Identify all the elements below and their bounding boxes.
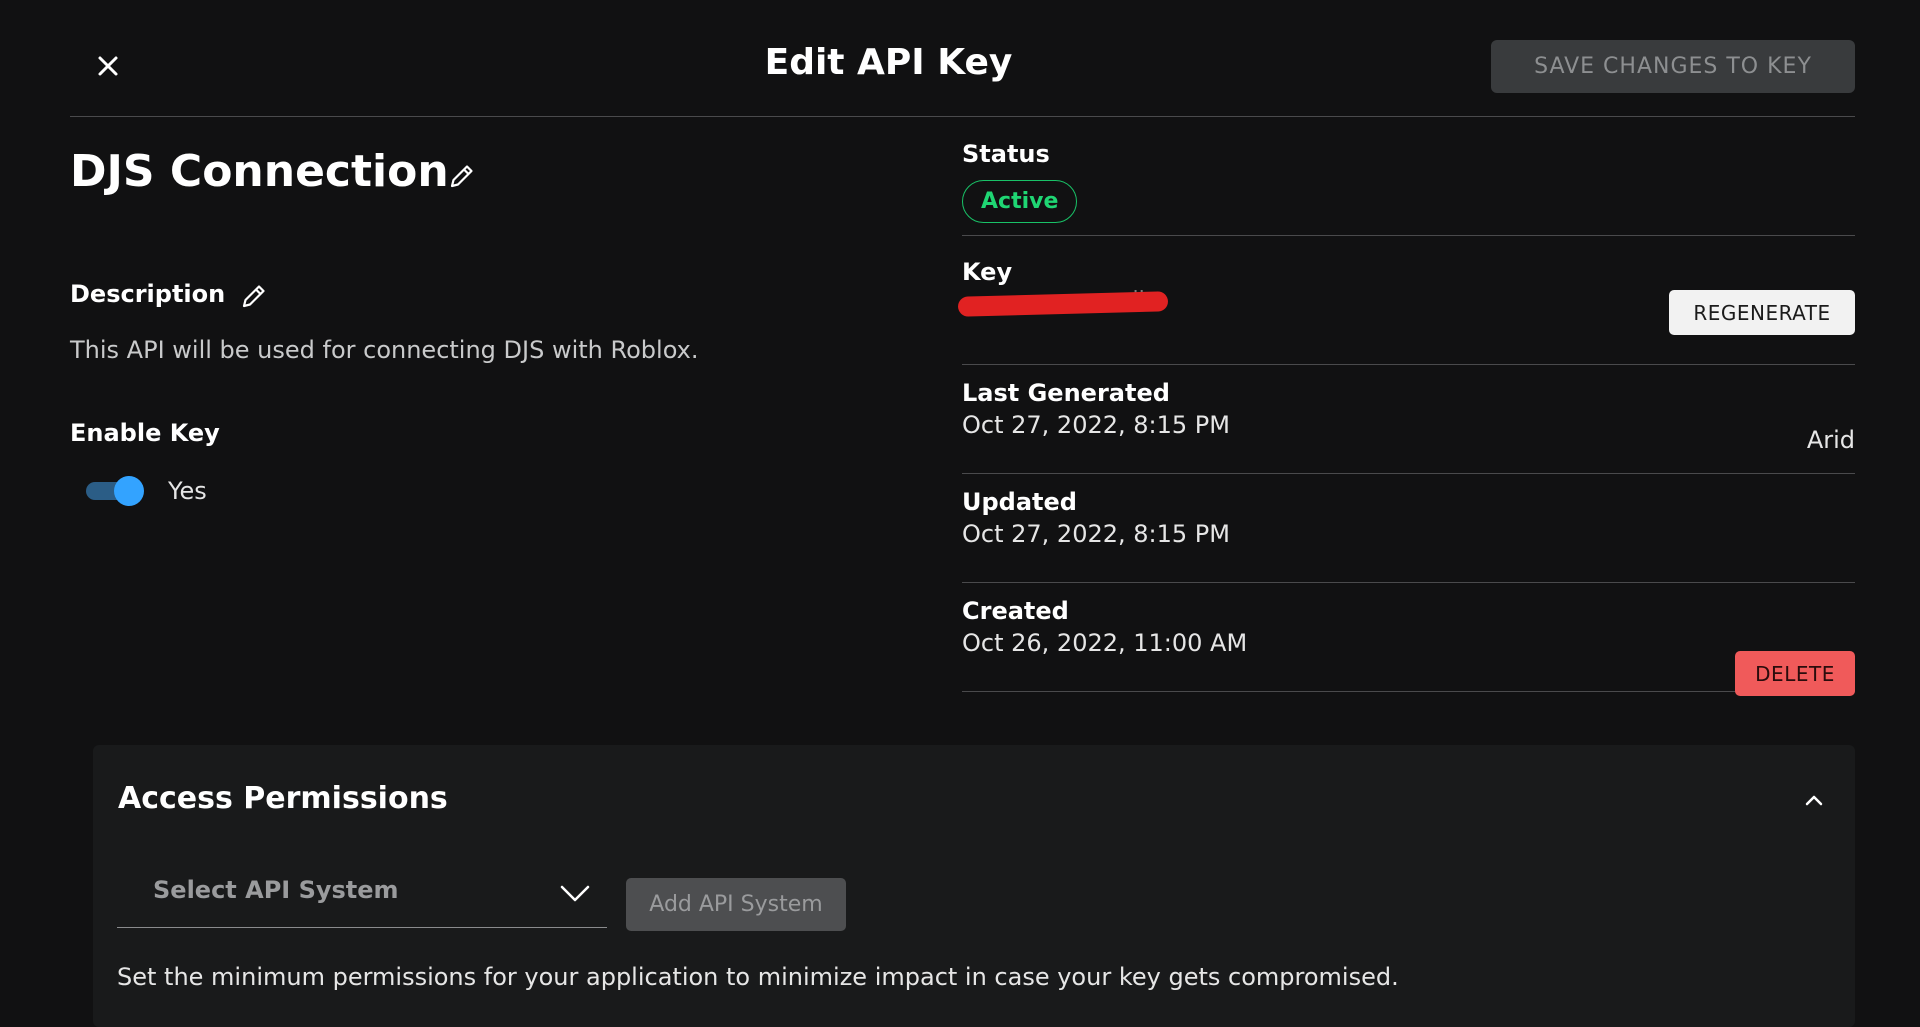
description-label: Description [70, 280, 226, 308]
status-label: Status [962, 140, 1050, 168]
updated-value: Oct 27, 2022, 8:15 PM [962, 520, 1230, 548]
pencil-icon[interactable] [238, 280, 270, 312]
enable-key-label: Enable Key [70, 419, 220, 447]
api-system-select-placeholder: Select API System [153, 876, 399, 904]
last-generated-label: Last Generated [962, 379, 1170, 407]
created-label: Created [962, 597, 1069, 625]
access-permissions-title: Access Permissions [118, 781, 448, 816]
key-name: DJS Connection [70, 146, 449, 197]
key-label: Key [962, 258, 1013, 286]
pencil-icon[interactable] [446, 160, 478, 192]
key-row: Key rsii REGENERATE [957, 258, 1855, 365]
status-badge: Active [962, 180, 1078, 223]
key-details: Status Active Key rsii REGENERATE Last G… [957, 140, 1855, 696]
access-permissions-card: Access Permissions Select API System Add… [93, 745, 1855, 1027]
updated-row: Updated Oct 27, 2022, 8:15 PM [962, 488, 1855, 583]
save-changes-button[interactable]: SAVE CHANGES TO KEY [1491, 40, 1855, 93]
last-generated-row: Last Generated Oct 27, 2022, 8:15 PM Ari… [962, 379, 1855, 474]
chevron-up-icon[interactable] [1801, 787, 1827, 813]
permissions-hint: Set the minimum permissions for your app… [117, 963, 1399, 991]
api-system-select[interactable]: Select API System [117, 865, 607, 928]
status-row: Status Active [962, 140, 1855, 236]
last-generated-value: Oct 27, 2022, 8:15 PM [962, 411, 1230, 439]
chevron-down-icon [560, 885, 590, 902]
add-api-system-button[interactable]: Add API System [626, 878, 846, 931]
updated-label: Updated [962, 488, 1077, 516]
created-row: Created Oct 26, 2022, 11:00 AM [962, 597, 1855, 692]
created-value: Oct 26, 2022, 11:00 AM [962, 629, 1248, 657]
last-generated-by: Arid [1806, 426, 1855, 454]
enable-key-toggle[interactable] [86, 476, 144, 506]
description-text: This API will be used for connecting DJS… [70, 336, 699, 364]
enable-key-state: Yes [168, 477, 207, 505]
delete-button[interactable]: DELETE [1735, 651, 1855, 696]
header-bar: Edit API Key SAVE CHANGES TO KEY [70, 0, 1855, 117]
toggle-knob [114, 476, 144, 506]
regenerate-button[interactable]: REGENERATE [1669, 290, 1855, 335]
